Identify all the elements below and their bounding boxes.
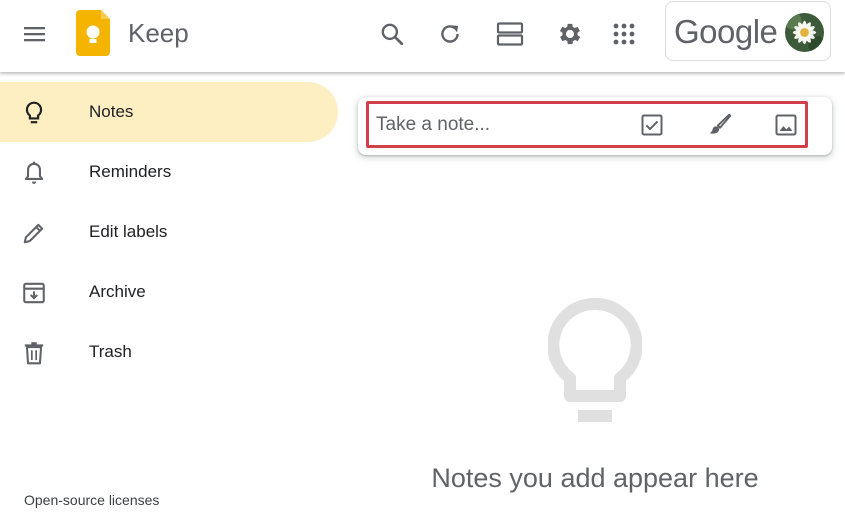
google-apps-button[interactable] — [604, 14, 644, 54]
bell-icon — [20, 159, 48, 187]
sidebar-item-reminders[interactable]: Reminders — [0, 142, 338, 202]
sidebar-item-label: Reminders — [89, 162, 172, 181]
search-icon — [381, 23, 404, 46]
google-account-button[interactable]: Google — [665, 1, 831, 61]
archive-icon — [20, 279, 48, 307]
keep-bulb-logo[interactable] — [76, 10, 110, 56]
new-drawing-brush-icon — [709, 113, 732, 134]
daisy-flower-avatar — [785, 13, 824, 52]
settings-button[interactable] — [550, 14, 590, 54]
google-brand-text: Google — [674, 13, 778, 50]
open-source-licenses-link[interactable]: Open-source licenses — [24, 492, 159, 508]
settings-gear-icon — [559, 23, 581, 45]
sidebar-item-trash[interactable]: Trash — [0, 322, 338, 382]
pencil-icon — [20, 219, 48, 247]
list-view-button[interactable] — [490, 14, 530, 54]
new-image-button[interactable] — [769, 108, 803, 142]
empty-state-message: Notes you add appear here — [431, 463, 759, 493]
lightbulb-icon — [20, 99, 48, 127]
search-button[interactable] — [372, 14, 412, 54]
sidebar-item-label: Edit labels — [89, 222, 168, 241]
sidebar-item-label: Notes — [89, 102, 134, 121]
sidebar: Notes Reminders Edit labels Archive Tras… — [0, 72, 345, 521]
refresh-button[interactable] — [430, 14, 470, 54]
apps-grid-icon — [613, 23, 635, 45]
refresh-icon — [441, 25, 459, 43]
take-a-note-input[interactable] — [376, 110, 616, 140]
new-list-checkbox-icon — [641, 114, 663, 136]
sidebar-item-archive[interactable]: Archive — [0, 262, 338, 322]
new-drawing-button[interactable] — [703, 108, 737, 142]
sidebar-item-notes[interactable]: Notes — [0, 82, 338, 142]
app-title[interactable]: Keep — [128, 16, 189, 50]
list-view-icon — [496, 22, 524, 46]
hamburger-menu-icon — [24, 27, 45, 42]
main-menu-button[interactable] — [14, 14, 54, 54]
app-header: Keep Google — [0, 0, 845, 72]
sidebar-item-label: Trash — [89, 342, 132, 361]
trash-icon — [20, 339, 48, 367]
new-image-icon — [775, 114, 797, 136]
new-list-button[interactable] — [635, 108, 669, 142]
sidebar-item-edit-labels[interactable]: Edit labels — [0, 202, 338, 262]
large-lightbulb-icon — [548, 298, 642, 422]
sidebar-item-label: Archive — [89, 282, 146, 301]
